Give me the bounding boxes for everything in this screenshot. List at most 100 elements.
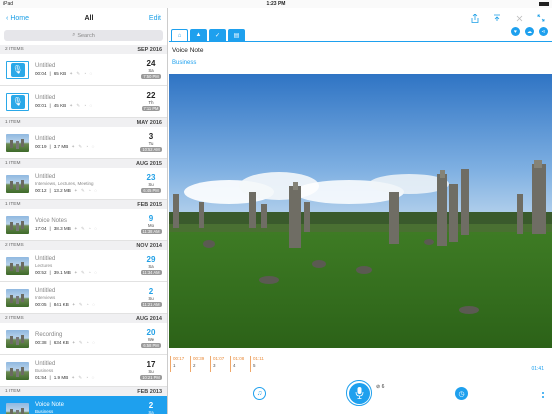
item-tags: Interviews, Lectures, Meeting	[35, 180, 94, 186]
marker-number: 3	[213, 363, 216, 368]
item-meta: Untitled Interviews 00:05 | 841 KB ✦ ✎ ◔ …	[35, 288, 139, 308]
share-button[interactable]: ⋖	[539, 27, 548, 36]
fullscreen-icon[interactable]	[536, 13, 546, 23]
share-nodes-icon: ⋖	[541, 28, 546, 35]
item-meta: Recording 00:38 | 634 KB ✦ ✎ ◔ ◌	[35, 332, 139, 346]
item-day: 2	[148, 401, 154, 410]
collapse-icon[interactable]	[492, 13, 502, 23]
item-size: 38.3 MB	[53, 226, 71, 231]
flag-icons: ✦ ✎ ◔ ◌	[73, 225, 98, 231]
item-info: 00:05 | 841 KB ✦ ✎ ◔ ◌	[35, 301, 96, 308]
item-day: 17	[146, 360, 156, 369]
list-item[interactable]: Untitled 00:19 | 3.7 MB ✦ ✎ ◔ ◌ 3 Tu 10:5…	[0, 127, 167, 159]
flag-icons: ✦ ✎ ◔ ◌	[71, 374, 96, 380]
attachment-icon: ⊘	[376, 384, 381, 390]
circle-actions: ♥ ☁ ⋖	[511, 27, 548, 36]
bookmark-marker[interactable]: 00:39 2	[190, 356, 208, 372]
tab-tasks[interactable]: ✓	[209, 29, 226, 41]
share-icon[interactable]	[470, 13, 480, 23]
item-day: 23	[146, 173, 156, 182]
item-date: 29 Sa 11:34 AM	[139, 256, 163, 275]
section-date: AUG 2014	[136, 315, 162, 322]
item-date: 9 Mo 11:38 AM	[139, 215, 163, 234]
cloud-button[interactable]: ☁	[525, 27, 534, 36]
list-item[interactable]: Untitled Interviews 00:05 | 841 KB ✦ ✎ ◔ …	[0, 282, 167, 314]
item-duration: 00:12	[35, 188, 47, 193]
section-header: 1 ITEM FEB 2013	[0, 387, 167, 396]
item-duration: 01:54	[35, 375, 47, 380]
microphone-thumbnail-icon: 🎙	[6, 60, 29, 79]
item-day: 22	[146, 91, 156, 100]
item-info: 00:19 | 3.7 MB ✦ ✎ ◔ ◌	[35, 143, 96, 150]
photo-thumbnail	[6, 329, 29, 348]
list-item[interactable]: Untitled Lectures 00:52 | 39.1 MB ✦ ✎ ◔ ◌…	[0, 250, 167, 282]
clock-icon: ◷	[458, 390, 465, 398]
section-count: 1 ITEM	[5, 202, 21, 207]
section-count: 2 ITEMS	[5, 316, 24, 321]
flag-icons: ✦ ✎ ◔ ◌	[69, 70, 94, 76]
list-item[interactable]: Voice Note Business 01:41| 4 MB ✦ ✎ ◔ ◌ …	[0, 396, 167, 414]
list-item[interactable]: 🎙 Untitled 00:04 | 65 KB ✦ ✎ ◔ ◌ 24 Sa 7:…	[0, 54, 167, 86]
search-input[interactable]: ⌕ Search	[4, 30, 163, 41]
flag-icons: ✦ ✎ ◔ ◌	[71, 339, 96, 345]
tab-notes[interactable]: ▤	[228, 29, 245, 41]
tab-photos[interactable]: ▲	[190, 29, 207, 41]
item-size: 13.2 MB	[53, 188, 71, 193]
marker-number: 5	[253, 363, 256, 368]
more-dot	[542, 396, 544, 398]
list-item[interactable]: Recording 00:38 | 634 KB ✦ ✎ ◔ ◌ 20 We 6:…	[0, 323, 167, 355]
list-item[interactable]: 🎙 Untitled 00:01 | 45 KB ✦ ✎ ◔ ◌ 22 Th 7:…	[0, 86, 167, 118]
item-duration: 00:38	[35, 340, 47, 345]
bookmark-marker[interactable]: 01:08 4	[230, 356, 248, 372]
item-size: 45 KB	[53, 103, 67, 108]
item-weekday: Sa	[148, 68, 154, 73]
favorite-button[interactable]: ♥	[511, 27, 520, 36]
item-meta: Untitled 00:19 | 3.7 MB ✦ ✎ ◔ ◌	[35, 136, 139, 150]
marker-time: 01:08	[233, 356, 245, 361]
top-toolbar	[169, 8, 552, 28]
note-title[interactable]: Voice Note	[169, 42, 552, 57]
item-duration: 00:04	[35, 71, 47, 76]
section-date: NOV 2014	[136, 242, 162, 249]
record-count-value: 6	[381, 384, 385, 390]
search-icon: ⌕	[72, 32, 76, 38]
section-count: 1 ITEM	[5, 389, 21, 394]
list-item[interactable]: Untitled Interviews, Lectures, Meeting 0…	[0, 168, 167, 200]
photo-thumbnail	[6, 174, 29, 193]
list-item[interactable]: Voice Notes 17:04 | 38.3 MB ✦ ✎ ◔ ◌ 9 Mo …	[0, 209, 167, 241]
photo-thumbnail	[6, 402, 29, 414]
back-button[interactable]: ‹ Home	[6, 15, 29, 22]
edit-button[interactable]: Edit	[149, 15, 161, 22]
item-duration: 00:01	[35, 103, 47, 108]
note-category[interactable]: Business	[169, 57, 552, 69]
clock-button[interactable]: ◷	[455, 387, 468, 400]
item-time: 7:11 PM	[141, 106, 161, 111]
section-count: 2 ITEMS	[5, 47, 24, 52]
music-button[interactable]: ♫	[253, 387, 266, 400]
bookmark-marker[interactable]: 01:07 3	[210, 356, 228, 372]
player-controls: ♫ ⊘ 6 ◷	[169, 374, 552, 414]
item-meta: Untitled Interviews, Lectures, Meeting 0…	[35, 174, 139, 194]
item-info: 00:04 | 65 KB ✦ ✎ ◔ ◌	[35, 70, 94, 77]
item-info: 00:01 | 45 KB ✦ ✎ ◔ ◌	[35, 102, 94, 109]
section-header: 2 ITEMS NOV 2014	[0, 241, 167, 250]
item-day: 24	[146, 59, 156, 68]
item-title: Voice Notes	[35, 217, 68, 224]
tab-home[interactable]: ⌂	[171, 29, 188, 41]
list-item[interactable]: Untitled Business 01:54 | 1.9 MB ✦ ✎ ◔ ◌ …	[0, 355, 167, 387]
item-info: 01:54 | 1.9 MB ✦ ✎ ◔ ◌	[35, 374, 96, 381]
battery-icon	[538, 2, 549, 6]
bookmark-marker[interactable]: 00:17 1	[170, 356, 188, 372]
record-button[interactable]	[346, 380, 372, 406]
cloud-icon: ☁	[527, 28, 532, 35]
bookmark-marker[interactable]: 01:11 5	[250, 356, 268, 372]
record-count: ⊘ 6	[376, 384, 384, 390]
item-day: 2	[148, 287, 154, 296]
close-icon[interactable]	[514, 13, 524, 23]
attached-photo[interactable]	[169, 74, 552, 348]
item-date: 2 Su 11:21 AM	[139, 288, 163, 307]
item-duration: 00:05	[35, 302, 47, 307]
item-duration: 00:52	[35, 270, 47, 275]
more-menu-button[interactable]	[542, 392, 544, 398]
sidebar: ‹ Home All Edit ⌕ Search 2 ITEMS SEP 201…	[0, 8, 168, 414]
